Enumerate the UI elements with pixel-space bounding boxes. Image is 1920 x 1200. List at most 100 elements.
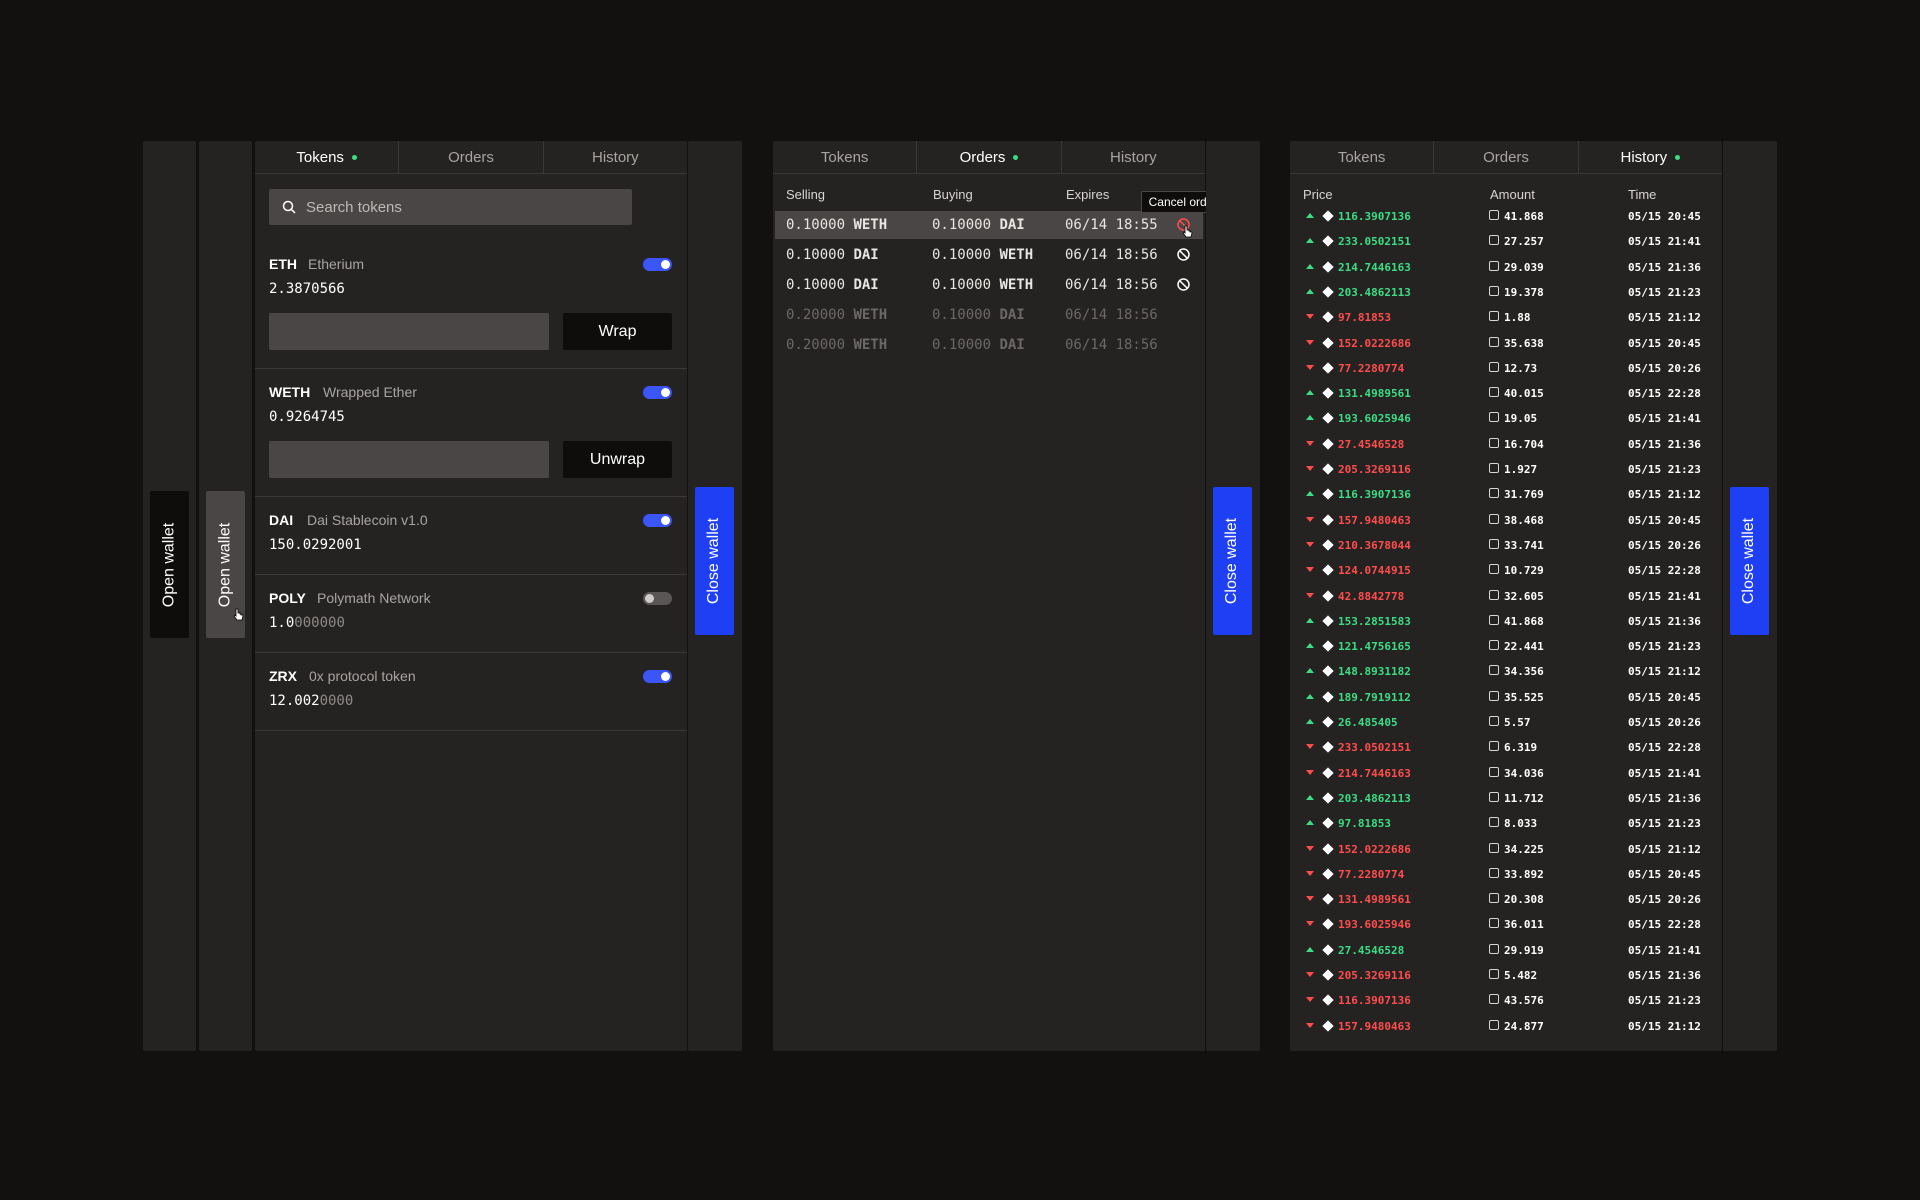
tab-orders[interactable]: Orders — [917, 141, 1062, 173]
tab-history[interactable]: History — [544, 141, 687, 173]
token-diamond-icon — [1322, 387, 1334, 399]
wrap-button[interactable]: Wrap — [563, 313, 672, 350]
trade-time: 05/15 21:12 — [1628, 1019, 1701, 1033]
trade-time: 05/15 21:36 — [1628, 791, 1701, 805]
dai-token-icon — [1489, 969, 1499, 979]
column-header-time: Time — [1628, 187, 1657, 202]
dai-token-icon — [1489, 285, 1499, 296]
dai-token-icon — [1489, 614, 1499, 625]
history-row: 193.6025946 19.05 05/15 21:41 — [1290, 406, 1722, 431]
history-row: 193.6025946 36.011 05/15 22:28 — [1290, 912, 1722, 937]
token-diamond-icon — [1322, 994, 1334, 1006]
open-wallet-button[interactable]: Open wallet — [150, 491, 189, 638]
wallet-rail-closed: Open wallet — [143, 141, 196, 1051]
token-diamond-icon — [1322, 868, 1334, 880]
dai-token-icon — [1489, 564, 1499, 575]
tab-orders[interactable]: Orders — [399, 141, 544, 173]
unwrap-button[interactable]: Unwrap — [563, 441, 672, 478]
dai-token-icon — [1489, 260, 1499, 271]
token-enable-toggle[interactable] — [643, 592, 672, 605]
token-diamond-icon — [1322, 665, 1334, 678]
dai-token-icon — [1489, 943, 1499, 954]
trade-price: 203.4862113 — [1338, 285, 1411, 299]
tab-orders[interactable]: Orders — [1434, 141, 1579, 173]
dai-token-icon — [1489, 867, 1499, 878]
trade-time: 05/15 21:41 — [1628, 943, 1701, 957]
trade-amount: 33.741 — [1504, 538, 1544, 552]
trend-down-icon — [1306, 896, 1314, 902]
trend-down-icon — [1306, 339, 1314, 345]
dai-token-icon — [1489, 918, 1499, 929]
trade-amount: 32.605 — [1504, 589, 1544, 603]
active-dot-icon — [351, 154, 357, 160]
orders-panel: Tokens Orders History Selling Buying Exp… — [773, 141, 1205, 1051]
history-row: 157.9480463 24.877 05/15 21:12 — [1290, 1014, 1722, 1039]
trade-price: 116.3907136 — [1338, 994, 1411, 1008]
tab-tokens[interactable]: Tokens — [255, 141, 400, 173]
trade-amount: 27.257 — [1504, 235, 1544, 249]
trade-amount: 35.525 — [1504, 690, 1544, 704]
token-diamond-icon — [1322, 488, 1334, 500]
tab-history[interactable]: History — [1062, 141, 1205, 173]
trend-down-icon — [1306, 466, 1314, 471]
close-wallet-button[interactable]: Close wallet — [1213, 487, 1252, 635]
dai-token-icon — [1489, 640, 1499, 651]
history-row: 116.3907136 43.576 05/15 21:23 — [1290, 988, 1722, 1013]
column-header-buying: Buying — [933, 187, 973, 202]
trend-up-icon — [1306, 794, 1314, 800]
tab-history[interactable]: History — [1579, 141, 1722, 173]
trade-time: 05/15 21:12 — [1628, 842, 1701, 856]
token-enable-toggle[interactable] — [643, 670, 672, 683]
trend-up-icon — [1306, 390, 1314, 396]
trend-down-icon — [1306, 845, 1314, 851]
token-enable-toggle[interactable] — [643, 258, 672, 271]
trade-price: 152.0222686 — [1338, 842, 1411, 856]
dai-token-icon — [1489, 1019, 1499, 1030]
token-enable-toggle[interactable] — [643, 514, 672, 527]
trade-time: 05/15 21:12 — [1628, 665, 1701, 679]
history-row: 27.4546528 16.704 05/15 21:36 — [1290, 432, 1722, 457]
dai-token-icon — [1489, 437, 1499, 448]
history-row: 214.7446163 34.036 05/15 21:41 — [1290, 761, 1722, 786]
trade-amount: 41.868 — [1504, 614, 1544, 628]
dai-token-icon — [1489, 690, 1499, 701]
trend-up-icon — [1306, 288, 1314, 294]
trade-price: 124.0744915 — [1338, 564, 1411, 578]
unwrap-amount-input[interactable] — [269, 441, 549, 478]
order-row[interactable]: 0.10000 DAI 0.10000 WETH 06/14 18:56 — [775, 241, 1203, 269]
cancel-order-icon[interactable] — [1176, 277, 1191, 292]
trade-time: 05/15 21:41 — [1628, 412, 1701, 426]
order-row[interactable]: 0.10000 WETH 0.10000 DAI 06/14 18:55 — [775, 211, 1203, 239]
history-row: 42.8842778 32.605 05/15 21:41 — [1290, 584, 1722, 609]
token-enable-toggle[interactable] — [643, 386, 672, 399]
trade-price: 210.3678044 — [1338, 538, 1411, 552]
trade-time: 05/15 21:36 — [1628, 437, 1701, 451]
trend-up-icon — [1306, 693, 1314, 699]
token-diamond-icon — [1322, 463, 1334, 475]
history-row: 205.3269116 5.482 05/15 21:36 — [1290, 963, 1722, 988]
trend-up-icon — [1306, 719, 1314, 724]
history-row: 26.485405 5.57 05/15 20:26 — [1290, 710, 1722, 735]
order-row[interactable]: 0.10000 DAI 0.10000 WETH 06/14 18:56 — [775, 271, 1203, 299]
close-wallet-button[interactable]: Close wallet — [695, 487, 734, 635]
tab-tokens[interactable]: Tokens — [773, 141, 918, 173]
close-wallet-button[interactable]: Close wallet — [1730, 487, 1769, 635]
trade-time: 05/15 22:28 — [1628, 918, 1701, 932]
token-diamond-icon — [1322, 741, 1334, 753]
history-row: 97.81853 8.033 05/15 21:23 — [1290, 811, 1722, 836]
history-row: 27.4546528 29.919 05/15 21:41 — [1290, 938, 1722, 963]
token-row-eth: ETH Etherium 2.3870566 Wrap — [255, 241, 687, 369]
wrap-amount-input[interactable] — [269, 313, 549, 350]
cancel-order-icon[interactable] — [1176, 247, 1191, 262]
trade-price: 77.2280774 — [1338, 361, 1405, 375]
token-search-box[interactable] — [269, 189, 632, 225]
history-row: 77.2280774 12.73 05/15 20:26 — [1290, 356, 1722, 381]
trade-amount: 31.769 — [1504, 488, 1544, 502]
dai-token-icon — [1489, 665, 1499, 676]
search-input[interactable] — [306, 198, 606, 216]
tab-tokens[interactable]: Tokens — [1290, 141, 1435, 173]
trade-price: 116.3907136 — [1338, 210, 1411, 223]
trade-amount: 19.05 — [1504, 412, 1538, 426]
token-balance: 12.0020000 — [269, 693, 354, 709]
history-row: 124.0744915 10.729 05/15 22:28 — [1290, 558, 1722, 583]
